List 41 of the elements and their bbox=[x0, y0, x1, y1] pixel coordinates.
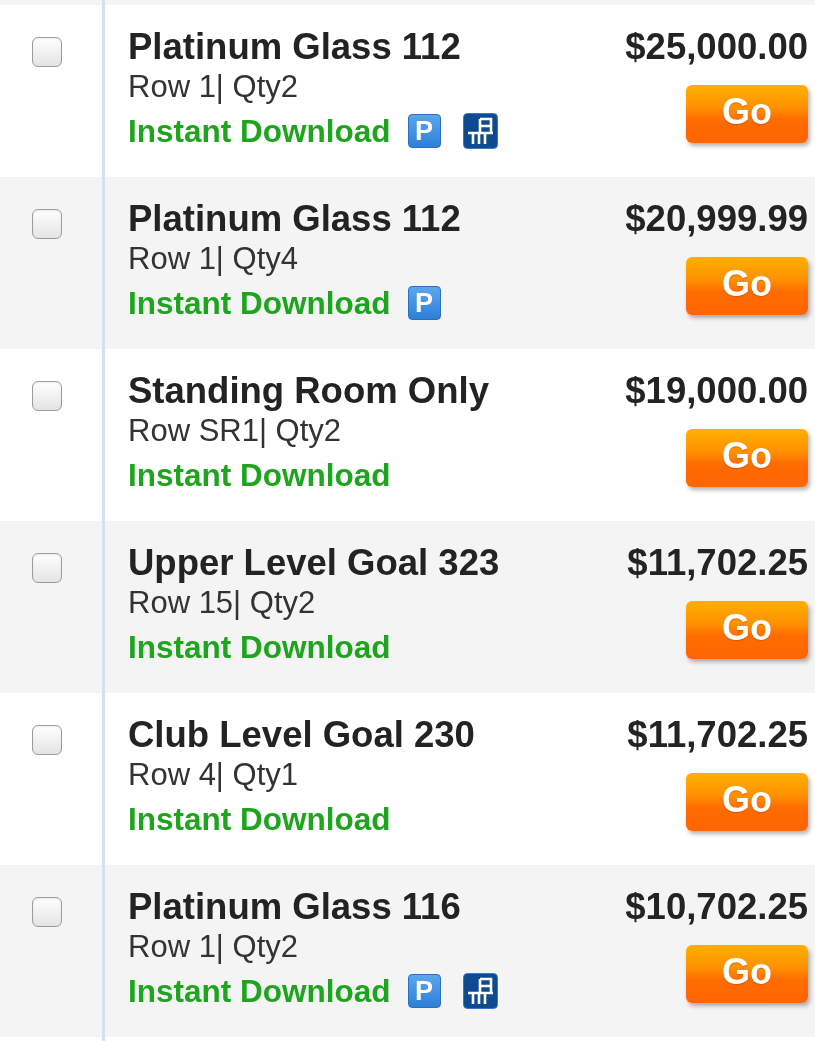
checkbox[interactable] bbox=[32, 553, 62, 583]
row-quantity: Row 15| Qty2 bbox=[128, 585, 317, 621]
section-name: Platinum Glass 112 bbox=[128, 199, 462, 239]
go-button[interactable]: Go bbox=[686, 429, 808, 487]
row-quantity: Row 1| Qty2 bbox=[128, 69, 299, 105]
checkbox[interactable] bbox=[32, 209, 62, 239]
price: $19,000.00 bbox=[625, 371, 808, 411]
go-button[interactable]: Go bbox=[686, 773, 808, 831]
price: $11,702.25 bbox=[627, 543, 808, 583]
delivery-method: Instant Download bbox=[128, 112, 391, 150]
grid-icon bbox=[462, 973, 498, 1009]
go-button[interactable]: Go bbox=[686, 85, 808, 143]
section-name: Platinum Glass 112 bbox=[128, 27, 462, 67]
go-button[interactable]: Go bbox=[686, 945, 808, 1003]
row-quantity: Row SR1| Qty2 bbox=[128, 413, 343, 449]
price: $10,702.25 bbox=[625, 887, 808, 927]
go-button[interactable]: Go bbox=[686, 257, 808, 315]
section-name: Platinum Glass 116 bbox=[128, 887, 462, 927]
checkbox[interactable] bbox=[32, 725, 62, 755]
row-quantity: Row 1| Qty4 bbox=[128, 241, 299, 277]
checkbox[interactable] bbox=[32, 37, 62, 67]
section-name: Standing Room Only bbox=[128, 371, 489, 411]
price: $20,999.99 bbox=[625, 199, 808, 239]
go-button[interactable]: Go bbox=[686, 601, 808, 659]
delivery-method: Instant Download bbox=[128, 456, 391, 494]
delivery-method: Instant Download bbox=[128, 628, 391, 666]
delivery-method: Instant Download bbox=[128, 800, 391, 838]
row-quantity: Row 1| Qty2 bbox=[128, 929, 299, 965]
row-quantity: Row 4| Qty1 bbox=[128, 757, 299, 793]
parking-icon: P bbox=[407, 286, 441, 320]
checkbox[interactable] bbox=[32, 897, 62, 927]
section-name: Upper Level Goal 323 bbox=[128, 543, 500, 583]
grid-icon bbox=[462, 113, 498, 149]
delivery-method: Instant Download bbox=[128, 972, 391, 1010]
parking-icon: P bbox=[407, 974, 441, 1008]
price: $11,702.25 bbox=[627, 715, 808, 755]
price: $25,000.00 bbox=[625, 27, 808, 67]
delivery-method: Instant Download bbox=[128, 284, 391, 322]
parking-icon: P bbox=[407, 114, 441, 148]
section-name: Club Level Goal 230 bbox=[128, 715, 475, 755]
checkbox[interactable] bbox=[32, 381, 62, 411]
